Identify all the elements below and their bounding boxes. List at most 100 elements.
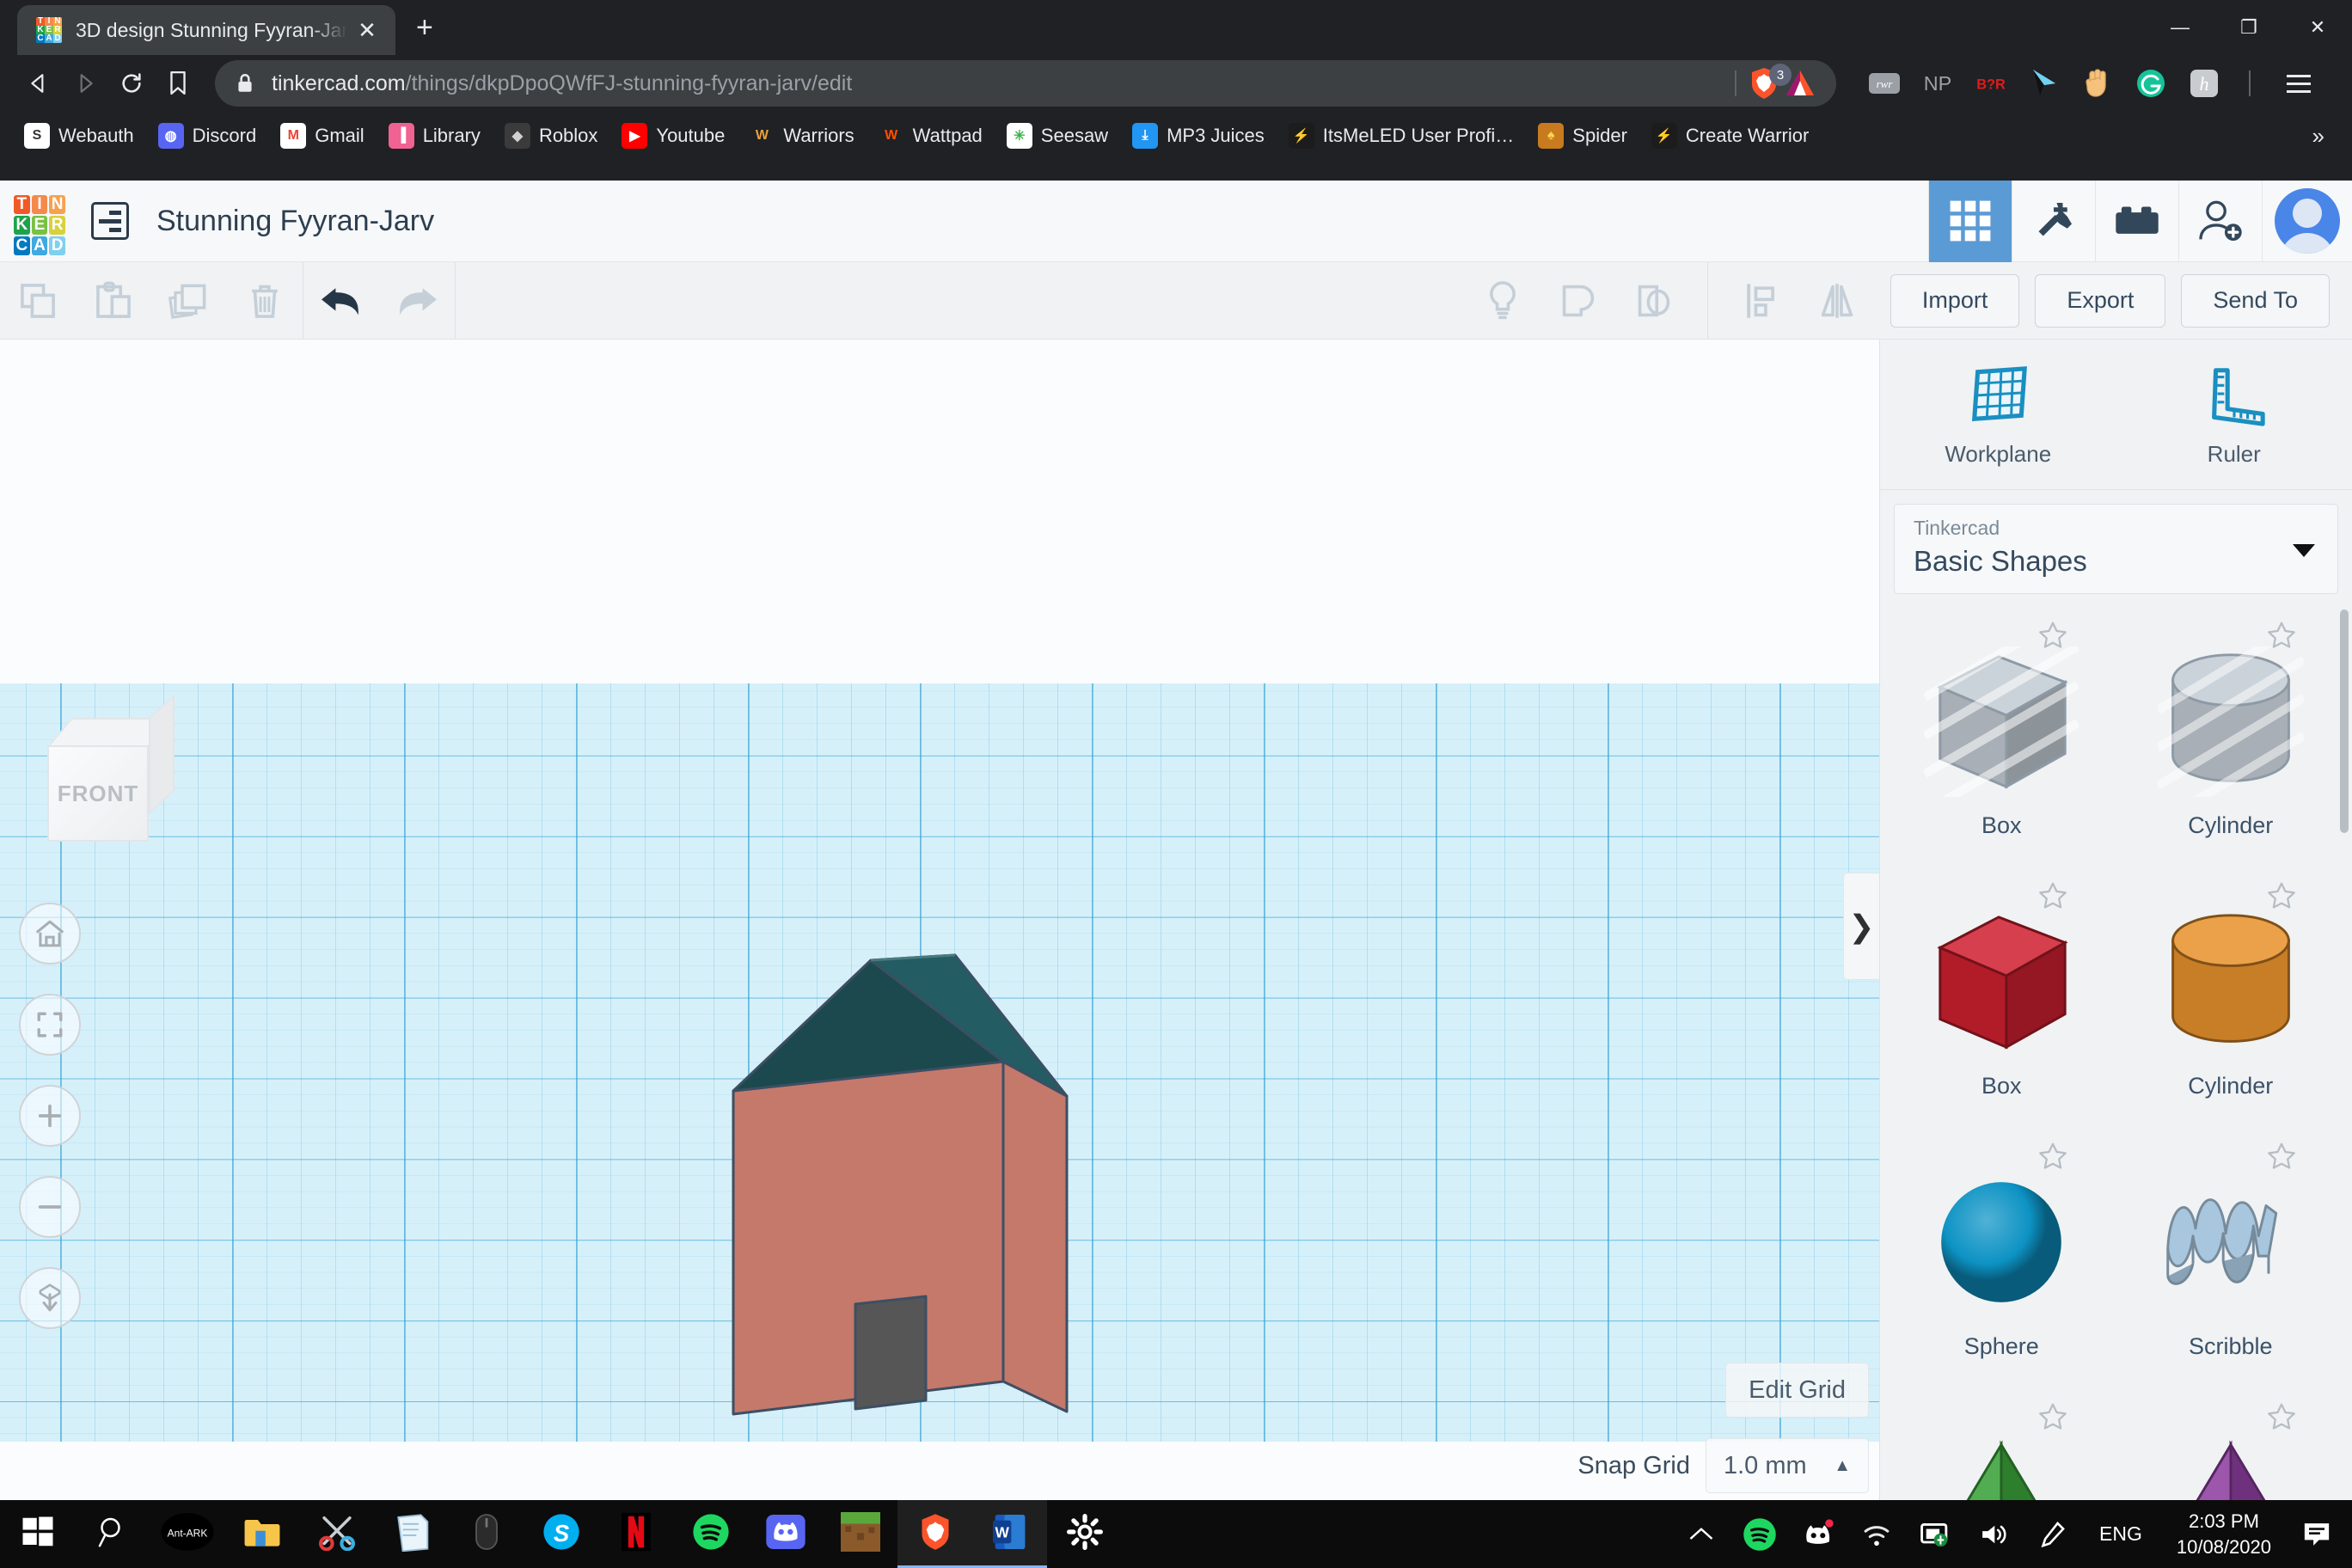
bookmark-icon[interactable] — [155, 60, 201, 107]
pen-icon[interactable] — [2025, 1500, 2079, 1568]
favorite-star-icon[interactable] — [2266, 880, 2297, 911]
taskbar-settings[interactable] — [1047, 1500, 1122, 1568]
np-extension-icon[interactable]: NP — [1920, 66, 1955, 101]
send-to-button[interactable]: Send To — [2181, 273, 2330, 328]
taskbar-discord[interactable] — [748, 1500, 823, 1568]
taskbar-word[interactable]: W — [972, 1500, 1047, 1568]
workplane-tool[interactable]: Workplane — [1880, 340, 2116, 489]
browser-tab[interactable]: TINKERCAD 3D design Stunning Fyyran-Jarv… — [17, 5, 395, 55]
rwr-extension-icon[interactable]: rwr — [1867, 66, 1902, 101]
add-person-icon[interactable] — [2178, 180, 2262, 262]
taskbar-brave[interactable] — [897, 1500, 972, 1568]
import-button[interactable]: Import — [1890, 273, 2020, 328]
favorite-star-icon[interactable] — [2037, 1401, 2068, 1432]
bookmark-mp3-juices[interactable]: ⤓ MP3 Juices — [1122, 118, 1275, 154]
project-menu-icon[interactable] — [91, 202, 129, 240]
cube-arrow-icon[interactable] — [19, 1267, 81, 1329]
cursor-extension-icon[interactable] — [2027, 66, 2061, 101]
btr-extension-icon[interactable]: B?R — [1974, 66, 2008, 101]
bookmark-roblox[interactable]: ◆ Roblox — [494, 118, 608, 154]
snap-grid-select[interactable]: 1.0 mm ▲ — [1706, 1438, 1869, 1493]
home-icon[interactable] — [19, 903, 81, 965]
chevron-down-icon[interactable] — [2293, 543, 2315, 557]
wave-hand-extension-icon[interactable] — [2080, 66, 2115, 101]
bookmark-youtube[interactable]: ▶ Youtube — [611, 118, 735, 154]
address-bar[interactable]: tinkercad.com/things/dkpDpoQWfFJ-stunnin… — [215, 60, 1836, 107]
align-icon[interactable] — [1724, 262, 1799, 340]
favorite-star-icon[interactable] — [2037, 880, 2068, 911]
reload-icon[interactable] — [108, 60, 155, 107]
copy-icon[interactable] — [0, 262, 76, 340]
export-button[interactable]: Export — [2035, 273, 2166, 328]
favorite-star-icon[interactable] — [2266, 620, 2297, 651]
favorite-star-icon[interactable] — [2037, 1141, 2068, 1172]
bookmark-seesaw[interactable]: ✳ Seesaw — [996, 118, 1118, 154]
show-hidden-icons[interactable] — [1675, 1500, 1728, 1568]
plus-icon[interactable] — [19, 1085, 81, 1147]
favorite-star-icon[interactable] — [2266, 1401, 2297, 1432]
bookmark-warriors[interactable]: W Warriors — [738, 118, 864, 154]
pickaxe-icon[interactable] — [2012, 180, 2095, 262]
view-cube-front-face[interactable]: FRONT — [47, 745, 149, 842]
taskbar-ant-ark[interactable]: Ant-ARK — [150, 1500, 224, 1568]
house-model[interactable] — [726, 952, 1087, 1442]
honey-extension-icon[interactable]: h — [2187, 66, 2221, 101]
shape-grid[interactable]: Box Cylinder Box Cylinder Sphere Scribble — [1880, 594, 2352, 1500]
mirror-icon[interactable] — [1799, 262, 1875, 340]
tinkercad-logo-icon[interactable]: TINKERCAD — [14, 195, 65, 255]
spotify-tray-icon[interactable] — [1733, 1500, 1786, 1568]
bookmark-gmail[interactable]: M Gmail — [270, 118, 374, 154]
group-icon[interactable] — [1540, 262, 1616, 340]
language-indicator[interactable]: ENG — [2084, 1522, 2158, 1546]
notification-icon[interactable] — [2290, 1500, 2343, 1568]
close-window-button[interactable]: ✕ — [2283, 16, 2352, 39]
designs-grid-icon[interactable] — [1928, 180, 2012, 262]
trash-icon[interactable] — [227, 262, 303, 340]
grammarly-extension-icon[interactable] — [2134, 66, 2168, 101]
shape-item[interactable]: Sphere — [1887, 1129, 2116, 1389]
lego-brick-icon[interactable] — [2095, 180, 2178, 262]
duplicate-icon[interactable] — [151, 262, 227, 340]
bookmark-webauth[interactable]: S Webauth — [14, 118, 144, 154]
browser-menu-icon[interactable] — [2278, 74, 2319, 93]
taskbar-minecraft[interactable] — [823, 1500, 897, 1568]
shape-item[interactable] — [2116, 1389, 2346, 1500]
discord-tray-icon[interactable] — [1792, 1500, 1845, 1568]
bookmark-library[interactable]: ▐ Library — [378, 118, 491, 154]
favorite-star-icon[interactable] — [2266, 1141, 2297, 1172]
forward-icon[interactable] — [62, 60, 108, 107]
volume-icon[interactable] — [1967, 1500, 2020, 1568]
edit-grid-button[interactable]: Edit Grid — [1725, 1363, 1869, 1418]
shape-item[interactable]: Scribble — [2116, 1129, 2346, 1389]
network-icon[interactable] — [1908, 1500, 1962, 1568]
taskbar-search[interactable] — [75, 1500, 150, 1568]
back-icon[interactable] — [15, 60, 62, 107]
taskbar-notepad[interactable] — [374, 1500, 449, 1568]
minimize-button[interactable]: — — [2146, 16, 2214, 39]
collapse-panel-button[interactable]: ❯ — [1843, 873, 1879, 980]
favorite-star-icon[interactable] — [2037, 620, 2068, 651]
library-select[interactable]: Tinkercad Basic Shapes — [1894, 504, 2338, 594]
clock[interactable]: 2:03 PM 10/08/2020 — [2163, 1509, 2285, 1559]
bookmark-wattpad[interactable]: W Wattpad — [868, 118, 993, 154]
brave-shield-icon[interactable]: 3 — [1749, 64, 1792, 100]
taskbar-file-explorer[interactable] — [224, 1500, 299, 1568]
3d-viewport[interactable]: FRONT Edit Grid Snap Grid 1.0 mm ▲ ❯ — [0, 340, 1879, 1500]
ruler-tool[interactable]: Ruler — [2116, 340, 2352, 489]
bookmark-itsmeled-user-profi[interactable]: ⚡ ItsMeLED User Profi… — [1278, 118, 1525, 154]
wifi-icon[interactable] — [1850, 1500, 1903, 1568]
taskbar-skype[interactable]: S — [524, 1500, 598, 1568]
lightbulb-icon[interactable] — [1465, 262, 1540, 340]
bookmark-discord[interactable]: ◍ Discord — [148, 118, 267, 154]
bookmarks-overflow-icon[interactable]: » — [2299, 123, 2338, 150]
taskbar-netflix[interactable] — [598, 1500, 673, 1568]
shape-item[interactable]: Box — [1887, 868, 2116, 1129]
close-tab-icon[interactable]: ✕ — [352, 17, 382, 44]
paste-icon[interactable] — [76, 262, 151, 340]
maximize-button[interactable]: ❐ — [2214, 16, 2283, 39]
minus-icon[interactable] — [19, 1176, 81, 1238]
bookmark-spider[interactable]: ♠ Spider — [1528, 118, 1638, 154]
bookmark-create-warrior[interactable]: ⚡ Create Warrior — [1641, 118, 1819, 154]
fit-frame-icon[interactable] — [19, 994, 81, 1056]
user-avatar[interactable] — [2262, 180, 2352, 262]
